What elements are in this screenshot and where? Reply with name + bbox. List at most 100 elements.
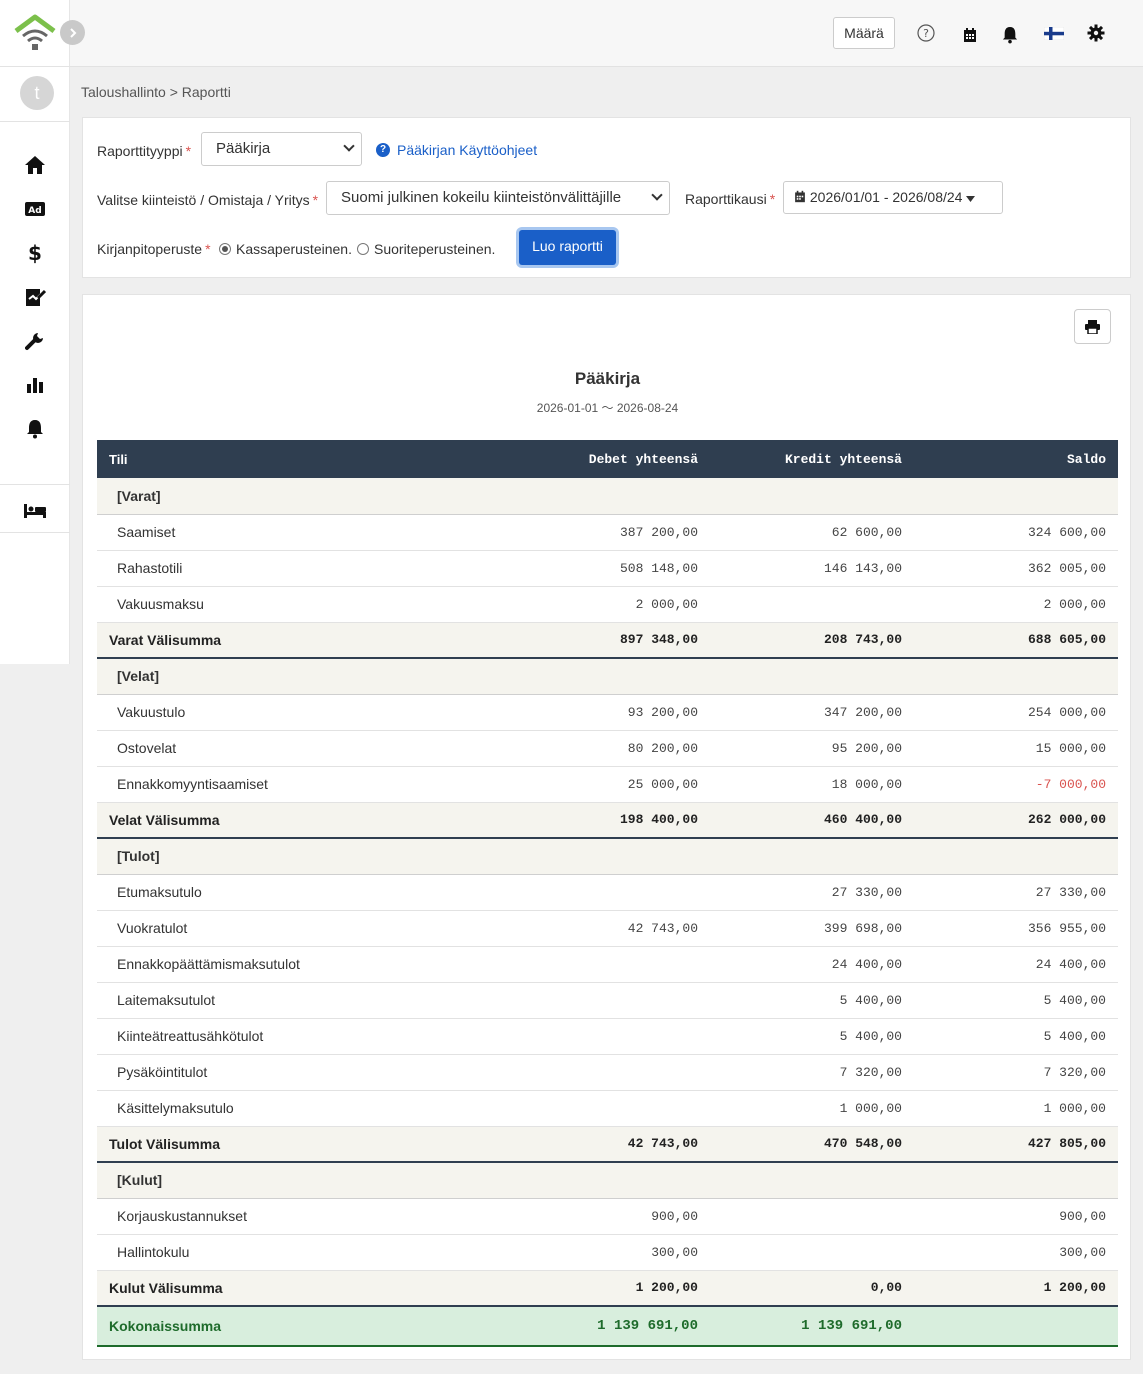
svg-text:?: ? <box>923 27 929 40</box>
section-name: [Varat] <box>97 478 1118 515</box>
amount-cell <box>497 1090 710 1127</box>
period-date-range[interactable]: 2026/01/01 - 2026/08/24 <box>783 181 1003 214</box>
report-period: 2026-01-01 〜 2026-08-24 <box>536 401 679 415</box>
amount-cell: 93 200,00 <box>497 694 710 731</box>
avatar[interactable]: t <box>20 76 54 110</box>
chevron-down-icon <box>343 140 355 152</box>
grand-total-amount <box>914 1305 1118 1347</box>
gear-icon[interactable] <box>1085 22 1107 44</box>
amount-button[interactable]: Määrä <box>833 17 895 49</box>
subtotal-amount: 208 743,00 <box>710 622 914 659</box>
amount-cell <box>497 874 710 911</box>
amount-cell: 42 743,00 <box>497 910 710 947</box>
table-row: Hallintokulu 300,00 300,00 <box>97 1234 1118 1271</box>
amount-cell: 347 200,00 <box>710 694 914 731</box>
subtotal-amount: 42 743,00 <box>497 1126 710 1163</box>
account-name: Käsittelymaksutulo <box>97 1090 497 1127</box>
subtotal-amount: 460 400,00 <box>710 802 914 839</box>
home-icon[interactable] <box>23 153 47 177</box>
table-row: Kiinteätreattusähkötulot 5 400,00 5 400,00 <box>97 1018 1118 1055</box>
amount-cell: -7 000,00 <box>914 766 1118 803</box>
property-select[interactable]: Suomi julkinen kokeilu kiinteistönvälitt… <box>326 181 670 215</box>
table-row: Ostovelat 80 200,00 95 200,00 15 000,00 <box>97 730 1118 767</box>
chevron-right-icon <box>69 27 76 38</box>
report-type-label: Raporttityyppi * <box>97 143 192 159</box>
bell-icon[interactable] <box>999 24 1021 46</box>
radio-unchecked-icon[interactable] <box>357 243 369 255</box>
help-icon[interactable]: ? <box>915 22 937 44</box>
table-row: Käsittelymaksutulo 1 000,00 1 000,00 <box>97 1090 1118 1127</box>
radio-checked-icon[interactable] <box>219 243 231 255</box>
calendar-icon[interactable] <box>959 24 981 46</box>
account-name: Korjauskustannukset <box>97 1198 497 1235</box>
amount-cell: 2 000,00 <box>497 586 710 623</box>
report-filter-panel: Raporttityyppi * Pääkirja ? Pääkirjan Käy… <box>82 117 1131 278</box>
table-row: Ennakkomyyntisaamiset 25 000,00 18 000,00-… <box>97 766 1118 803</box>
amount-cell <box>497 946 710 983</box>
subtotal-row: Velat Välisumma 198 400,00 460 400,00 262 0… <box>97 802 1118 839</box>
period-label: Raporttikausi * <box>685 191 776 207</box>
wrench-icon[interactable] <box>23 329 47 353</box>
print-icon <box>1085 319 1100 334</box>
breadcrumb: Taloushallinto > Raportti <box>81 84 231 100</box>
section-header-row: [Varat] <box>97 478 1118 515</box>
amount-cell: 5 400,00 <box>914 1018 1118 1055</box>
question-icon: ? <box>376 143 390 157</box>
subtotal-label: Kulut Välisumma <box>97 1270 497 1307</box>
subtotal-row: Varat Välisumma 897 348,00 208 743,00 688 6… <box>97 622 1118 659</box>
amount-cell <box>710 1234 914 1271</box>
collapse-sidebar-button[interactable] <box>60 20 85 45</box>
account-name: Hallintokulu <box>97 1234 497 1271</box>
subtotal-row: Kulut Välisumma 1 200,00 0,00 1 200,00 <box>97 1270 1118 1307</box>
subtotal-amount: 427 805,00 <box>914 1126 1118 1163</box>
account-name: Rahastotili <box>97 550 497 587</box>
ad-icon[interactable]: Ad <box>23 197 47 221</box>
basis-cash-radio[interactable]: Kassaperusteinen. <box>219 241 352 257</box>
amount-cell: 356 955,00 <box>914 910 1118 947</box>
amount-cell: 18 000,00 <box>710 766 914 803</box>
amount-cell: 900,00 <box>497 1198 710 1235</box>
subtotal-amount: 1 200,00 <box>497 1270 710 1307</box>
amount-cell: 7 320,00 <box>914 1054 1118 1091</box>
subtotal-amount: 0,00 <box>710 1270 914 1307</box>
grand-total-amount: 1 139 691,00 <box>497 1305 710 1347</box>
table-row: Laitemaksutulot 5 400,00 5 400,00 <box>97 982 1118 1019</box>
amount-cell <box>497 1018 710 1055</box>
dollar-icon[interactable]: $ <box>23 241 47 265</box>
signature-icon[interactable] <box>23 285 47 309</box>
sidebar: t Ad $ <box>0 0 70 664</box>
basis-accrual-radio[interactable]: Suoriteperusteinen. <box>357 241 495 257</box>
account-name: Pysäköintitulot <box>97 1054 497 1091</box>
help-link[interactable]: ? Pääkirjan Käyttöohjeet <box>376 142 537 158</box>
report-type-select[interactable]: Pääkirja <box>201 132 362 166</box>
print-button[interactable] <box>1074 309 1111 344</box>
logo-icon[interactable] <box>14 14 56 52</box>
account-name: Laitemaksutulot <box>97 982 497 1019</box>
create-report-button[interactable]: Luo raportti <box>519 230 616 265</box>
bell-icon[interactable] <box>23 417 47 441</box>
column-header: Saldo <box>914 440 1118 478</box>
amount-cell: 300,00 <box>914 1234 1118 1271</box>
subtotal-amount: 1 200,00 <box>914 1270 1118 1307</box>
column-header: Debet yhteensä <box>497 440 710 478</box>
bed-icon[interactable] <box>23 499 47 523</box>
finnish-flag-icon[interactable] <box>1043 22 1065 44</box>
sidebar-divider <box>0 484 70 485</box>
grand-total-row: Kokonaissumma 1 139 691,00 1 139 691,00 <box>97 1305 1118 1347</box>
subtotal-label: Velat Välisumma <box>97 802 497 839</box>
amount-cell: 80 200,00 <box>497 730 710 767</box>
amount-cell: 7 320,00 <box>710 1054 914 1091</box>
amount-cell: 300,00 <box>497 1234 710 1271</box>
sidebar-divider <box>0 66 70 67</box>
chart-icon[interactable] <box>23 373 47 397</box>
account-name: Vakuusmaksu <box>97 586 497 623</box>
ledger-table: Tili Debet yhteensä Kredit yhteensä Sald… <box>97 440 1118 1347</box>
section-name: [Kulut] <box>97 1162 1118 1199</box>
subtotal-amount: 198 400,00 <box>497 802 710 839</box>
amount-cell: 15 000,00 <box>914 730 1118 767</box>
amount-cell <box>710 586 914 623</box>
amount-cell: 62 600,00 <box>710 514 914 551</box>
subtotal-amount: 262 000,00 <box>914 802 1118 839</box>
subtotal-amount: 688 605,00 <box>914 622 1118 659</box>
report-panel: Pääkirja 2026-01-01 〜 2026-08-24 Tili De… <box>82 294 1131 1360</box>
